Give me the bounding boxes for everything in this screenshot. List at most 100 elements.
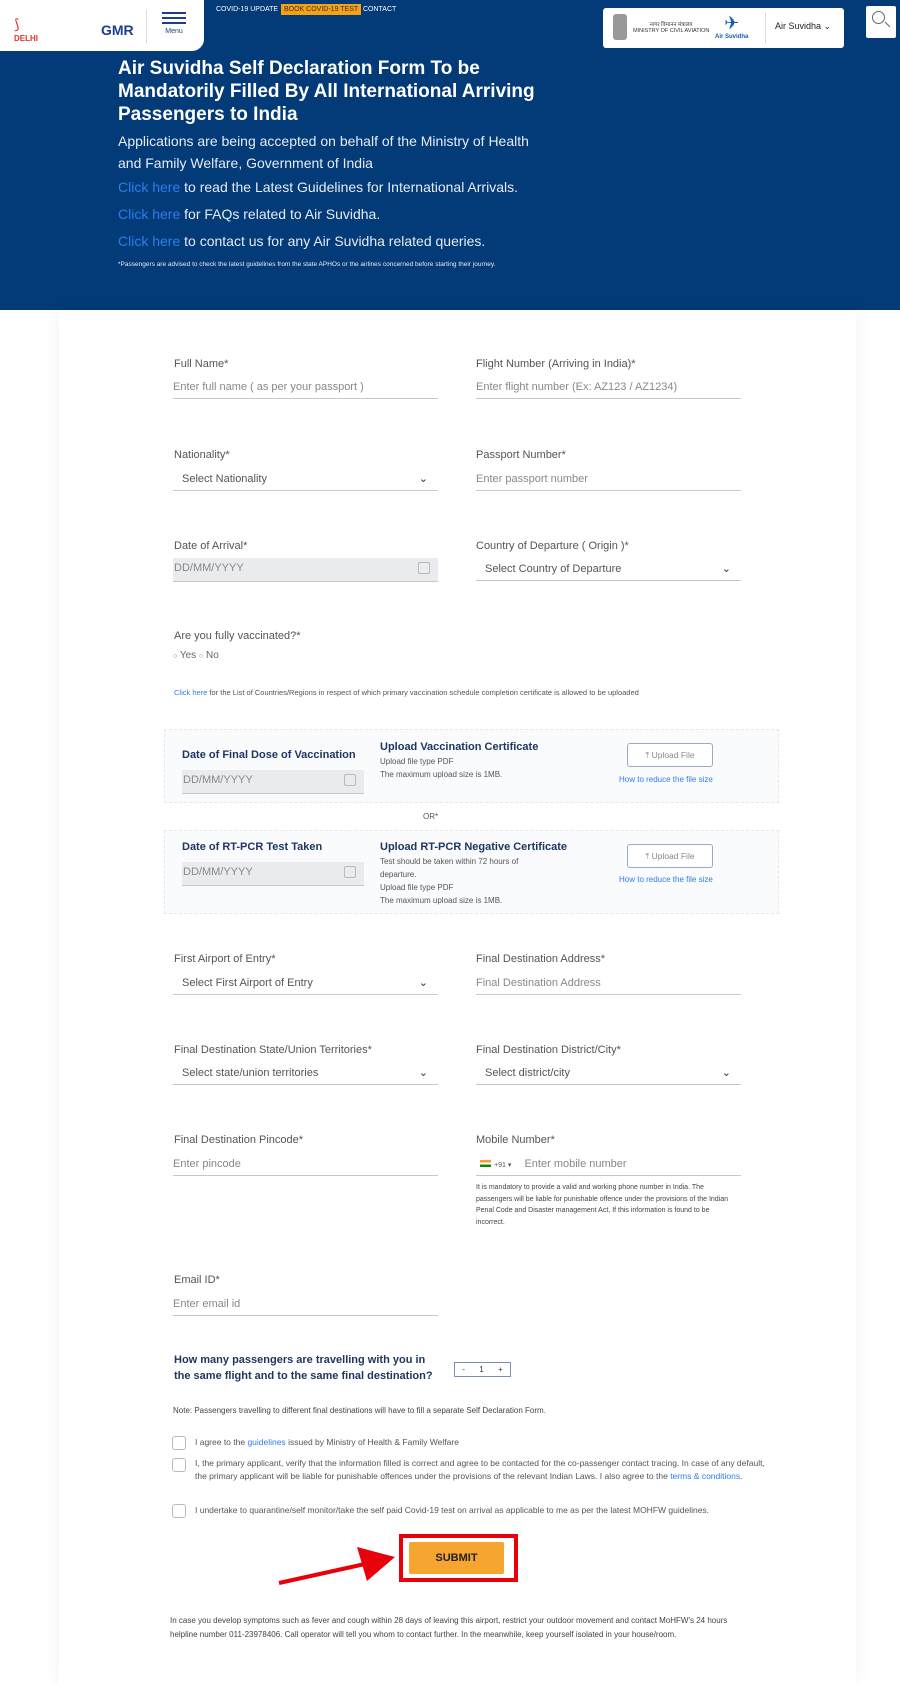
district-select[interactable]: Select district/city ⌄ xyxy=(476,1063,741,1085)
faq-link[interactable]: Click here xyxy=(118,206,180,222)
page-title: Air Suvidha Self Declaration Form To be … xyxy=(118,58,535,125)
hamburger-icon xyxy=(162,12,186,24)
district-label: Final Destination District/City* xyxy=(476,1044,621,1056)
separate-form-note: Note: Passengers travelling to different… xyxy=(173,1406,546,1415)
page-subtitle: Applications are being accepted on behal… xyxy=(118,133,529,171)
vacc-reduce-link[interactable]: How to reduce the file size xyxy=(619,775,713,784)
email-input[interactable]: Enter email id xyxy=(173,1294,438,1316)
pcr-date-label: Date of RT-PCR Test Taken xyxy=(182,841,323,853)
vacc-upload-button[interactable]: ⤒ Upload File xyxy=(627,743,713,767)
calendar-icon[interactable] xyxy=(418,562,430,574)
menu-button[interactable]: Menu xyxy=(162,12,186,35)
gmr-logo: GMR xyxy=(101,22,134,38)
no-label: No xyxy=(205,650,219,661)
guidelines-text: to read the Latest Guidelines for Intern… xyxy=(180,179,518,195)
address-input[interactable]: Final Destination Address xyxy=(476,973,741,995)
pcr-timing: Test should be taken within 72 hours of … xyxy=(380,857,519,879)
air-suvidha-dropdown[interactable]: Air Suvidha ⌄ xyxy=(775,21,831,32)
pcr-upload-info: Test should be taken within 72 hours of … xyxy=(380,855,540,907)
full-name-label: Full Name* xyxy=(174,358,229,370)
logo-panel: ⟆ DELHI GMR Menu xyxy=(0,0,204,51)
address-label: Final Destination Address* xyxy=(476,953,606,965)
air-suvidha-logo: ✈ Air Suvidha xyxy=(715,12,748,40)
chevron-down-icon: ⌄ xyxy=(418,473,428,485)
upload-label: Upload File xyxy=(651,750,695,760)
vaccinated-label: Are you fully vaccinated?* xyxy=(174,630,301,642)
divider xyxy=(765,12,766,44)
symptoms-advisory: In case you develop symptoms such as fev… xyxy=(170,1616,728,1639)
airport-logo[interactable]: ⟆ DELHI xyxy=(14,16,94,43)
vacc-date-input[interactable]: DD/MM/YYYY xyxy=(182,770,364,794)
guidelines-doc-link[interactable]: guidelines xyxy=(247,1437,285,1447)
vacc-date-label: Date of Final Dose of Vaccination xyxy=(182,749,356,761)
verify-consent-text: I, the primary applicant, verify that th… xyxy=(195,1457,765,1483)
radio-yes[interactable]: ○ Yes xyxy=(173,650,196,661)
faq-text: for FAQs related to Air Suvidha. xyxy=(180,206,381,222)
calendar-icon[interactable] xyxy=(344,774,356,786)
contact-link[interactable]: Click here xyxy=(118,233,180,249)
air-suvidha-logo-text: Air Suvidha xyxy=(715,34,749,40)
ministry-name: MINISTRY OF CIVIL AVIATION xyxy=(633,28,710,34)
nationality-label: Nationality* xyxy=(174,449,230,461)
pcr-maxsize: The maximum upload size is 1MB. xyxy=(380,896,503,905)
red-arrow-icon xyxy=(278,1547,395,1585)
arrival-date-input[interactable]: DD/MM/YYYY xyxy=(173,558,438,582)
departure-label: Country of Departure ( Origin )* xyxy=(476,540,629,552)
radio-icon: ○ xyxy=(198,653,204,660)
passport-label: Passport Number* xyxy=(476,449,566,461)
plane-icon: ✈ xyxy=(724,13,740,33)
pcr-date-input[interactable]: DD/MM/YYYY xyxy=(182,862,364,886)
quarantine-checkbox[interactable] xyxy=(172,1504,186,1518)
flight-number-input[interactable]: Enter flight number (Ex: AZ123 / AZ1234) xyxy=(476,377,741,399)
chevron-down-icon: ⌄ xyxy=(721,563,731,575)
state-select[interactable]: Select state/union territories ⌄ xyxy=(173,1063,438,1085)
countries-line: Click here for the List of Countries/Reg… xyxy=(174,688,639,697)
verify-checkbox[interactable] xyxy=(172,1458,186,1472)
full-name-input[interactable]: Enter full name ( as per your passport ) xyxy=(173,377,438,399)
airport-value: Select First Airport of Entry xyxy=(182,977,313,989)
vacc-upload-info: Upload file type PDF The maximum upload s… xyxy=(380,755,502,781)
nav-covid-update[interactable]: COVID-19 UPDATE xyxy=(213,4,281,15)
radio-no[interactable]: ○ No xyxy=(199,650,219,661)
departure-select[interactable]: Select Country of Departure ⌄ xyxy=(476,559,741,581)
menu-label: Menu xyxy=(165,28,183,35)
passport-input[interactable]: Enter passport number xyxy=(476,469,741,491)
guidelines-link[interactable]: Click here xyxy=(118,179,180,195)
nationality-select[interactable]: Select Nationality ⌄ xyxy=(173,469,438,491)
nav-book-covid-test[interactable]: BOOK COVID-19 TEST xyxy=(281,4,362,15)
nav-contact[interactable]: CONTACT xyxy=(360,4,399,15)
pcr-upload-title: Upload RT-PCR Negative Certificate xyxy=(380,841,568,853)
pincode-input[interactable]: Enter pincode xyxy=(173,1154,438,1176)
search-icon xyxy=(872,11,885,24)
india-flag-icon xyxy=(480,1160,491,1167)
increment-button[interactable]: + xyxy=(498,1365,503,1374)
vacc-filetype: Upload file type PDF xyxy=(380,757,454,766)
chevron-down-icon: ⌄ xyxy=(418,977,428,989)
state-label: Final Destination State/Union Territorie… xyxy=(174,1044,372,1056)
passenger-count[interactable]: 1 xyxy=(479,1365,483,1374)
airport-select[interactable]: Select First Airport of Entry ⌄ xyxy=(173,973,438,995)
terms-link[interactable]: terms & conditions xyxy=(670,1471,740,1481)
mobile-input[interactable]: +91 ▾ Enter mobile number xyxy=(476,1154,741,1176)
chevron-down-icon: ⌄ xyxy=(823,21,832,31)
guidelines-checkbox[interactable] xyxy=(172,1436,186,1450)
chevron-down-icon: ⌄ xyxy=(721,1067,731,1079)
radio-icon: ○ xyxy=(173,653,178,660)
pcr-reduce-link[interactable]: How to reduce the file size xyxy=(619,875,713,884)
decrement-button[interactable]: - xyxy=(462,1365,465,1374)
vacc-date-placeholder: DD/MM/YYYY xyxy=(183,774,253,786)
calendar-icon[interactable] xyxy=(344,866,356,878)
country-code-select[interactable]: +91 ▾ xyxy=(494,1162,511,1169)
search-button[interactable] xyxy=(866,6,896,38)
countries-link[interactable]: Click here xyxy=(174,688,207,697)
vacc-maxsize: The maximum upload size is 1MB. xyxy=(380,770,503,779)
pincode-label: Final Destination Pincode* xyxy=(174,1134,304,1146)
submit-button[interactable]: SUBMIT xyxy=(409,1542,504,1574)
nationality-value: Select Nationality xyxy=(182,473,267,485)
vacc-upload-title: Upload Vaccination Certificate xyxy=(380,741,539,753)
pcr-upload-button[interactable]: ⤒ Upload File xyxy=(627,844,713,868)
guidelines-line: Click here to read the Latest Guidelines… xyxy=(118,176,538,198)
passenger-stepper[interactable]: - 1 + xyxy=(454,1362,511,1377)
yes-label: Yes xyxy=(179,650,197,661)
passengers-question: How many passengers are travelling with … xyxy=(174,1354,433,1382)
